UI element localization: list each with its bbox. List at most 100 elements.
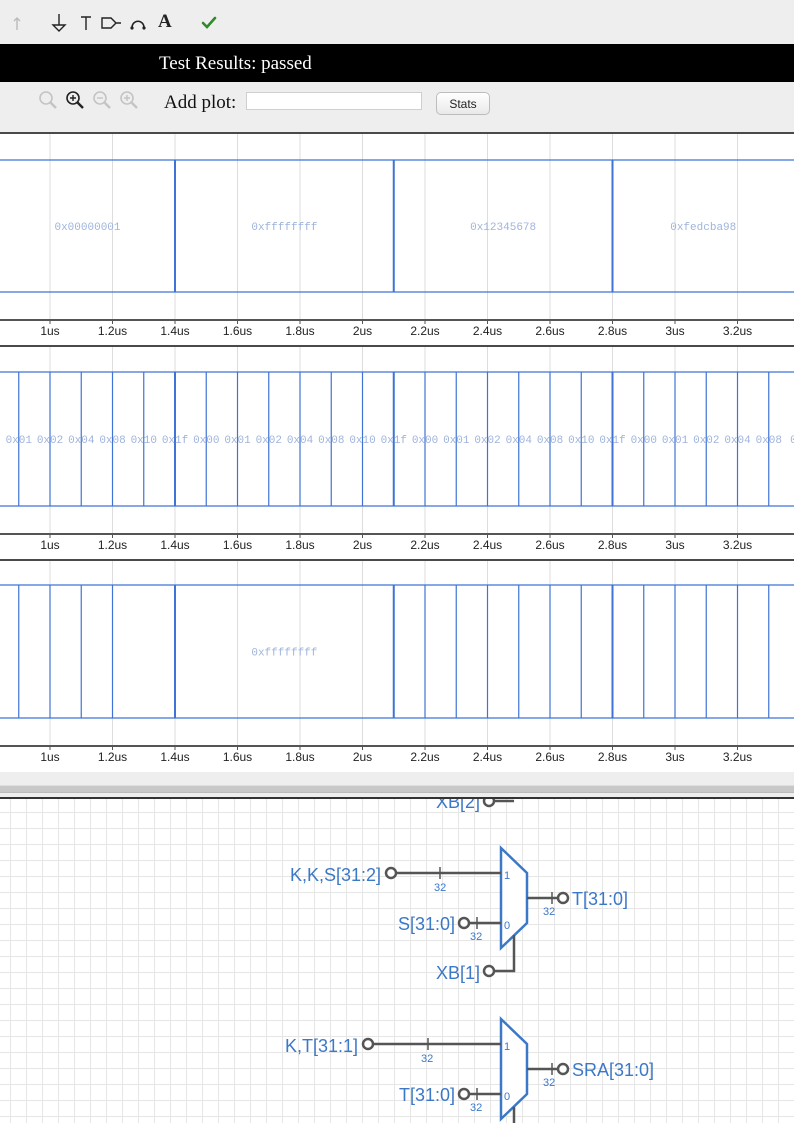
- mux1-sel-label: XB[1]: [436, 963, 480, 983]
- mux1-in0-width: 32: [470, 931, 482, 943]
- mux2-in1-terminal[interactable]: [361, 1037, 375, 1051]
- mux2-out-label: SRA[31:0]: [572, 1060, 654, 1080]
- waveform-value-label: 0x02: [693, 435, 719, 447]
- pane-divider[interactable]: [0, 785, 794, 793]
- waveform-value-label: 0x00: [412, 435, 438, 447]
- port-icon[interactable]: [100, 13, 122, 33]
- zoom-out-all-icon[interactable]: [92, 90, 112, 110]
- text-icon[interactable]: A: [158, 11, 172, 33]
- x-tick-label: 2.6us: [535, 750, 564, 764]
- waveform-value-label: 0xffffffff: [251, 648, 317, 660]
- waveform-value-label: 0xffffffff: [251, 222, 317, 234]
- waveform-value-label: 0xfedcba98: [670, 222, 736, 234]
- mux1-sel-terminal[interactable]: [482, 964, 496, 978]
- waveform-value-label: 0x12345678: [470, 222, 536, 234]
- x-tick-label: 1.8us: [285, 324, 314, 338]
- mux-1[interactable]: 1 0: [499, 845, 529, 951]
- waveform-value-label: 0x00: [193, 435, 219, 447]
- test-results-text: Test Results: passed: [159, 53, 312, 74]
- x-tick-label: 2.8us: [598, 538, 627, 552]
- waveform-value-label: 0x01: [224, 435, 251, 447]
- x-tick-label: 1.2us: [98, 538, 127, 552]
- x-tick-label: 2.4us: [473, 324, 502, 338]
- toolbar: A: [0, 0, 794, 44]
- waveform-value-label: 0x02: [37, 435, 63, 447]
- schematic-canvas[interactable]: XB[2] 1 0 K,K,S[31:2] 32 S[31:0] 32 XB[1…: [0, 797, 794, 1123]
- waveform-value-label: 0x08: [537, 435, 563, 447]
- mux1-out-label: T[31:0]: [572, 889, 628, 909]
- waveform-value-label: 0x08: [99, 435, 125, 447]
- x-tick-label: 2.2us: [410, 538, 439, 552]
- x-tick-label: 3.2us: [723, 324, 752, 338]
- waveform-value-label: 0x10: [349, 435, 375, 447]
- zoom-reset-icon[interactable]: [119, 90, 139, 110]
- waveform-value-label: 0x1f: [381, 435, 407, 447]
- mux2-in0-label: T[31:0]: [399, 1085, 455, 1105]
- x-tick-label: 2.4us: [473, 750, 502, 764]
- x-tick-label: 2us: [353, 538, 372, 552]
- x-tick-label: 1.6us: [223, 324, 252, 338]
- zoom-out-icon[interactable]: [38, 90, 58, 110]
- up-arrow-icon: [13, 17, 21, 30]
- stats-button[interactable]: Stats: [436, 92, 490, 115]
- waveform-value-label: 0x04: [287, 435, 314, 447]
- schematic-diagram: XB[2] 1 0 K,K,S[31:2] 32 S[31:0] 32 XB[1…: [285, 799, 654, 1123]
- waveform-value-label: 0x01: [6, 435, 33, 447]
- x-tick-label: 3us: [665, 538, 684, 552]
- x-tick-label: 2.8us: [598, 750, 627, 764]
- waveform-value-label: 0x00: [631, 435, 657, 447]
- waveform-value-label: 0x04: [68, 435, 95, 447]
- x-tick-label: 1.4us: [160, 538, 189, 552]
- waveform-value-label: 0x10: [131, 435, 157, 447]
- mux-2[interactable]: 1 0: [499, 1016, 529, 1122]
- x-tick-label: 2.4us: [473, 538, 502, 552]
- x-tick-label: 2.2us: [410, 750, 439, 764]
- waveform-value-label: 0x08: [318, 435, 344, 447]
- zoom-in-icon[interactable]: [65, 90, 85, 110]
- mux2-in0-width: 32: [470, 1102, 482, 1114]
- x-tick-label: 1.8us: [285, 750, 314, 764]
- ground-icon[interactable]: [50, 13, 68, 33]
- sel-terminal-partial[interactable]: [482, 799, 496, 808]
- x-tick-label: 2us: [353, 750, 372, 764]
- add-plot-input[interactable]: [246, 92, 422, 110]
- mux1-in1-terminal[interactable]: [384, 866, 398, 880]
- mux1-in0-terminal[interactable]: [457, 916, 471, 930]
- x-tick-label: 1.4us: [160, 750, 189, 764]
- waveform-value-label: 0x02: [256, 435, 282, 447]
- waveform-value-label: 0x08: [756, 435, 782, 447]
- test-results-bar: Test Results: passed: [0, 44, 794, 82]
- add-plot-label: Add plot:: [164, 92, 237, 113]
- x-tick-label: 1.2us: [98, 750, 127, 764]
- mux1-out-width: 32: [543, 906, 555, 918]
- vdd-icon[interactable]: [78, 13, 94, 33]
- waveform-area: s1us1.2us1.4us1.6us1.8us2us2.2us2.4us2.6…: [0, 132, 794, 772]
- mux2-in0-terminal[interactable]: [457, 1087, 471, 1101]
- svg-text:1: 1: [504, 870, 510, 882]
- waveform-value-label: 0x1f: [162, 435, 188, 447]
- x-tick-label: 3us: [665, 750, 684, 764]
- plot-controls: Add plot: Stats: [0, 82, 794, 132]
- mux1-in0-label: S[31:0]: [398, 914, 455, 934]
- waveform-plots[interactable]: s1us1.2us1.4us1.6us1.8us2us2.2us2.4us2.6…: [0, 132, 794, 772]
- x-tick-label: 2.2us: [410, 324, 439, 338]
- jumper-icon[interactable]: [129, 13, 147, 33]
- waveform-value-label: 0x1: [790, 435, 794, 447]
- waveform-value-label: 0x01: [662, 435, 689, 447]
- mux2-out-terminal[interactable]: [556, 1062, 570, 1076]
- waveform-value-label: 0x04: [506, 435, 533, 447]
- mux2-out-width: 32: [543, 1077, 555, 1089]
- x-tick-label: 1.6us: [223, 750, 252, 764]
- x-tick-label: 1us: [40, 750, 59, 764]
- x-tick-label: 2us: [353, 324, 372, 338]
- mux1-in1-width: 32: [434, 882, 446, 894]
- check-icon[interactable]: [200, 13, 218, 33]
- sel-label-partial: XB[2]: [436, 799, 480, 812]
- mux1-in1-label: K,K,S[31:2]: [290, 865, 381, 885]
- x-tick-label: 2.6us: [535, 324, 564, 338]
- x-tick-label: 1.8us: [285, 538, 314, 552]
- mux1-out-terminal[interactable]: [556, 891, 570, 905]
- mux2-in1-label: K,T[31:1]: [285, 1036, 358, 1056]
- waveform-value-label: 0x1f: [599, 435, 625, 447]
- waveform-value-label: 0x10: [568, 435, 594, 447]
